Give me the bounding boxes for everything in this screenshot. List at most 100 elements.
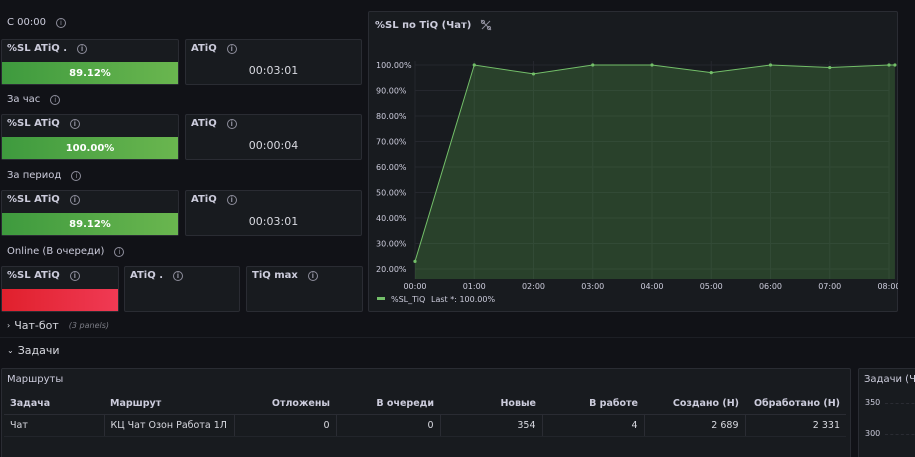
info-icon[interactable]: i — [226, 43, 237, 54]
data-point — [591, 63, 595, 67]
x-tick-label: 08:00 — [877, 282, 898, 291]
sl-tiq-chart[interactable]: 20.00% 30.00% 40.00% 50.00% 60.00% 70.00% 80.0… — [368, 11, 898, 312]
panel-title: %SL ATiQ — [7, 270, 60, 281]
table-header-row: Задача Маршрут Отложены В очереди Новые … — [4, 393, 846, 415]
stat-panel-online-atiq: ATiQ . i — [124, 266, 240, 312]
column-header[interactable]: Новые — [440, 393, 542, 415]
column-header[interactable]: Задача — [4, 393, 104, 415]
y-tick-label: 350 — [865, 398, 881, 407]
info-icon[interactable]: i — [307, 270, 318, 281]
info-icon[interactable]: i — [69, 194, 80, 205]
routes-table: Задача Маршрут Отложены В очереди Новые … — [4, 393, 846, 437]
panel-title: %SL ATiQ . — [7, 43, 68, 54]
legend-stat: Last *: 100.00% — [431, 295, 495, 304]
legend-label: %SL_TiQ — [391, 295, 425, 304]
x-tick-label: 00:00 — [403, 282, 426, 291]
section-header-period: За период i — [7, 170, 82, 181]
table-cell: 0 — [234, 414, 337, 437]
x-tick-label: 06:00 — [759, 282, 782, 291]
data-point — [887, 63, 891, 67]
x-tick-label: 04:00 — [640, 282, 663, 291]
info-icon[interactable]: i — [114, 246, 125, 257]
grid-line — [885, 434, 915, 435]
y-tick-label: 50.00% — [376, 189, 407, 198]
stat-panel-hour-sl: %SL ATiQ i 100.00% — [1, 114, 179, 160]
data-point — [472, 63, 476, 67]
info-icon[interactable]: i — [226, 118, 237, 129]
table-cell: 4 — [542, 414, 645, 437]
routes-panel-title: Маршруты — [7, 374, 64, 385]
y-tick-label: 60.00% — [376, 163, 407, 172]
info-icon[interactable]: i — [55, 17, 66, 28]
atiq-value: 00:03:01 — [248, 215, 299, 228]
table-cell: 354 — [440, 414, 543, 437]
data-point — [709, 71, 713, 75]
column-header[interactable]: Обработано (Н) — [745, 393, 846, 415]
section-header-hour: За час i — [7, 94, 61, 105]
divider — [0, 337, 915, 338]
stat-panel-period-sl: %SL ATiQ i 89.12% — [1, 190, 179, 236]
y-tick-label: 30.00% — [376, 240, 407, 249]
chevron-right-icon: › — [7, 321, 11, 330]
info-icon[interactable]: i — [173, 270, 183, 281]
column-header[interactable]: В работе — [542, 393, 644, 415]
stat-panel-period-atiq: ATiQ i 00:03:01 — [185, 190, 362, 236]
panel-title: ATiQ — [191, 118, 217, 129]
data-point — [768, 63, 773, 67]
atiq-value: 00:00:04 — [248, 139, 299, 152]
series-area — [415, 65, 895, 279]
stat-panel-online-sl: %SL ATiQ i — [1, 266, 119, 312]
info-icon[interactable]: i — [69, 118, 80, 129]
stat-panel-online-tiqmax: TiQ max i — [246, 266, 363, 312]
data-point — [531, 72, 536, 76]
y-tick-label: 100.00% — [376, 61, 412, 70]
y-tick-label: 300 — [865, 429, 881, 438]
sl-value-bar: 89.12% — [2, 62, 178, 84]
info-icon[interactable]: i — [69, 270, 80, 281]
info-icon[interactable]: i — [226, 194, 237, 205]
column-header[interactable]: В очереди — [336, 393, 440, 415]
info-icon[interactable]: i — [50, 94, 61, 105]
x-tick-label: 01:00 — [463, 282, 486, 291]
panel-title: %SL ATiQ — [7, 118, 60, 129]
section-header-since: С 00:00 i — [7, 17, 66, 28]
table-row[interactable]: Чат КЦ Чат Озон Работа 1Л 0 0 354 4 2 68… — [4, 414, 846, 437]
table-cell: Чат — [4, 414, 105, 437]
stat-panel-since-atiq: ATiQ i 00:03:01 — [185, 39, 362, 85]
row-tasks[interactable]: ⌄ Задачи — [7, 344, 60, 357]
x-tick-label: 02:00 — [522, 282, 545, 291]
x-tick-label: 03:00 — [581, 282, 604, 291]
panel-title: ATiQ . — [130, 270, 163, 281]
data-point — [650, 63, 654, 67]
y-tick-label: 90.00% — [376, 87, 407, 96]
table-cell: КЦ Чат Озон Работа 1Л — [104, 414, 235, 437]
table-cell: 0 — [336, 414, 441, 437]
panel-title: ATiQ — [191, 43, 217, 54]
y-tick-label: 80.00% — [376, 112, 407, 121]
panel-title: ATiQ — [191, 194, 217, 205]
column-header[interactable]: Маршрут — [104, 393, 234, 415]
column-header[interactable]: Создано (Н) — [644, 393, 745, 415]
tasks-panel-title: Задачи (Ча — [864, 374, 915, 385]
atiq-value: 00:03:01 — [248, 64, 299, 77]
sl-tiq-chart-panel: %SL по TiQ (Чат) 20.00% 30.00% 40.00% 50.00… — [368, 11, 898, 312]
info-icon[interactable]: i — [77, 43, 88, 54]
y-tick-label: 20.00% — [376, 265, 407, 274]
section-header-online: Online (В очереди) i — [7, 246, 125, 257]
data-point — [828, 65, 832, 70]
legend-swatch — [377, 297, 385, 300]
grid-line — [885, 403, 915, 404]
data-point — [893, 63, 897, 67]
y-tick-label: 40.00% — [376, 214, 407, 223]
stat-panel-hour-atiq: ATiQ i 00:00:04 — [185, 114, 362, 160]
column-header[interactable]: Отложены — [234, 393, 336, 415]
row-chatbot[interactable]: › Чат-бот (3 panels) — [7, 319, 109, 332]
sl-value-bar: 100.00% — [2, 137, 178, 159]
data-point — [413, 259, 417, 263]
stat-panel-since-sl: %SL ATiQ . i 89.12% — [1, 39, 179, 85]
table-cell: 2 689 — [644, 414, 746, 437]
panel-title: TiQ max — [252, 270, 298, 281]
info-icon[interactable]: i — [71, 170, 82, 181]
sl-value-bar: 89.12% — [2, 213, 178, 235]
y-tick-label: 70.00% — [376, 138, 407, 147]
